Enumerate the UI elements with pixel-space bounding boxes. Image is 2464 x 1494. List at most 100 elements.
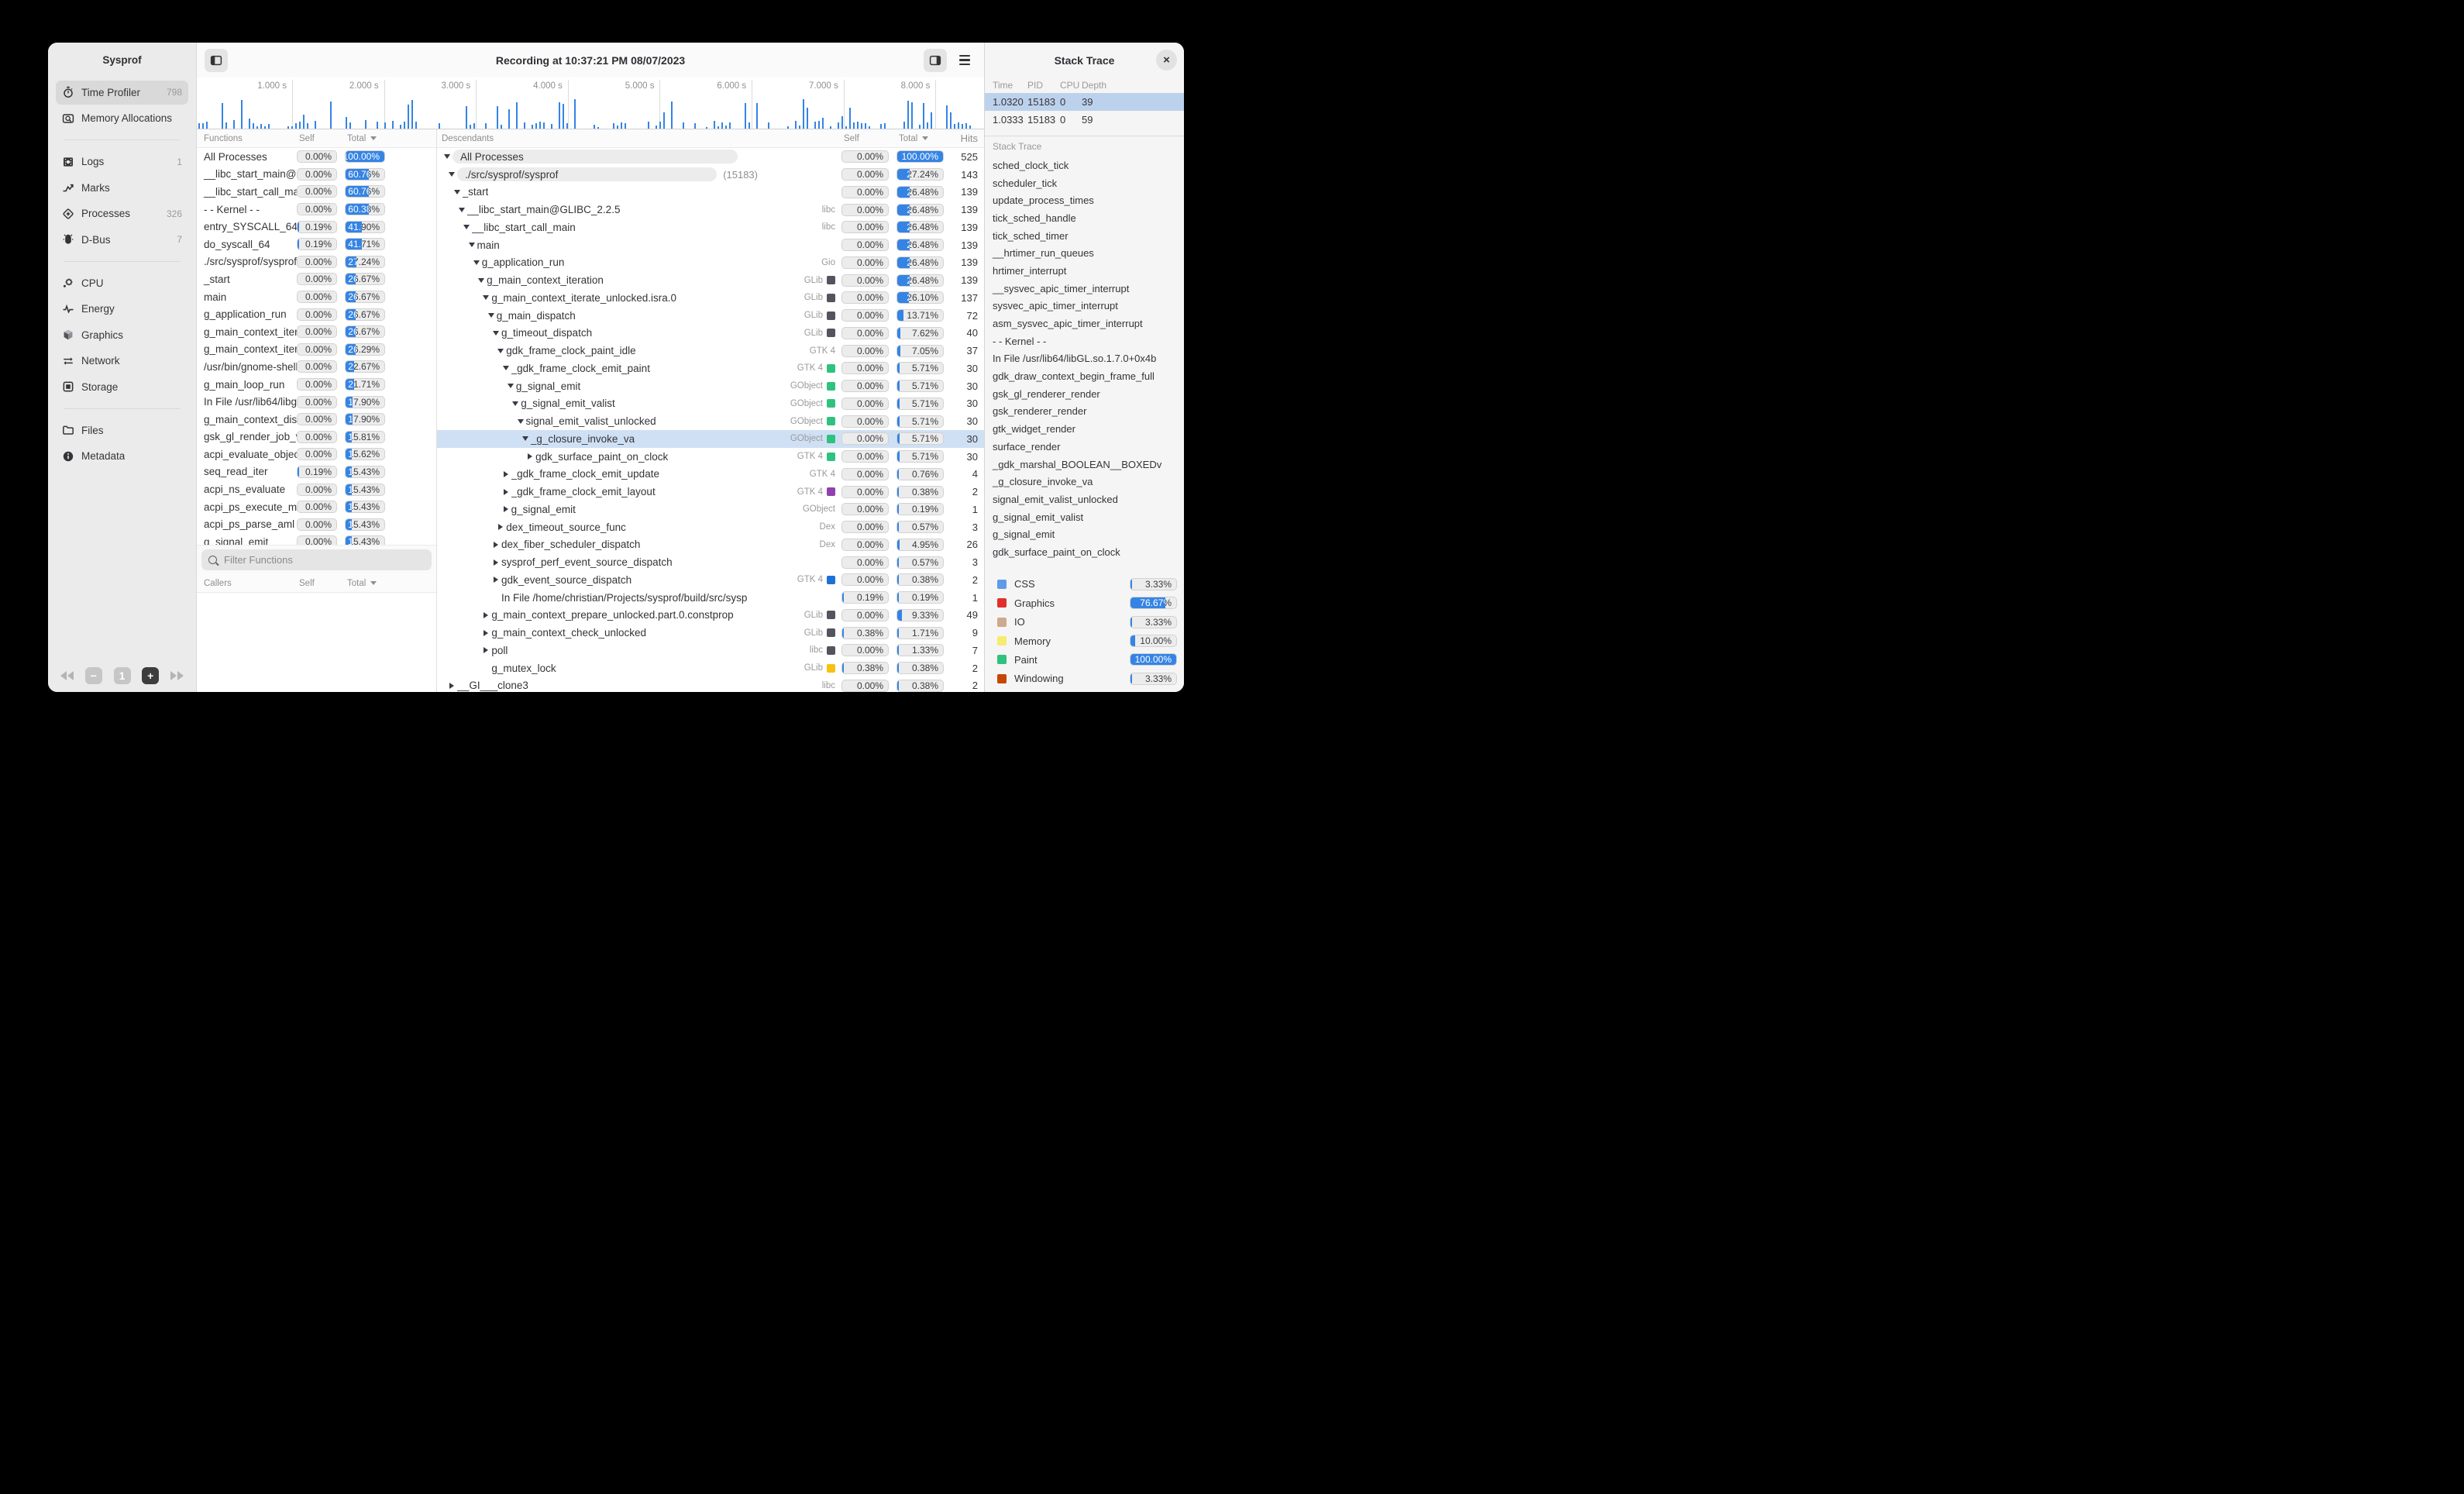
function-row[interactable]: acpi_ps_execute_met0.00%15.43%15.43% <box>197 498 436 516</box>
sidebar-item-logs[interactable]: Logs1 <box>56 150 188 174</box>
sidebar-item-memory-allocations[interactable]: Memory Allocations <box>56 106 188 130</box>
sidebar-item-cpu[interactable]: CPU <box>56 271 188 295</box>
collapse-icon[interactable] <box>466 243 477 247</box>
column-desc-self[interactable]: Self <box>841 134 889 143</box>
stack-frame[interactable]: signal_emit_valist_unlocked <box>985 491 1184 508</box>
expand-icon[interactable] <box>490 577 501 583</box>
tree-row[interactable]: g_mutex_lockGLib0.38%0.38%0.38%0.38%2 <box>437 659 984 677</box>
stack-frame[interactable]: gsk_renderer_render <box>985 403 1184 421</box>
tree-row[interactable]: signal_emit_valist_unlockedGObject0.00%5… <box>437 412 984 430</box>
tree-row[interactable]: g_main_context_iterate_unlocked.isra.0GL… <box>437 289 984 307</box>
tree-row[interactable]: gdk_event_source_dispatchGTK 40.00%0.38%… <box>437 571 984 589</box>
function-row[interactable]: __libc_start_main@G0.00%60.76%60.76% <box>197 166 436 184</box>
tree-row[interactable]: ./src/sysprof/sysprof(15183)0.00%27.24%2… <box>437 166 984 184</box>
menu-button[interactable] <box>953 49 976 72</box>
collapse-icon[interactable] <box>510 401 521 406</box>
stack-frame[interactable]: __sysvec_apic_timer_interrupt <box>985 280 1184 298</box>
stack-frame[interactable]: _gdk_marshal_BOOLEAN__BOXEDv <box>985 456 1184 473</box>
tree-row[interactable]: g_main_context_prepare_unlocked.part.0.c… <box>437 607 984 625</box>
tree-row[interactable]: _g_closure_invoke_vaGObject0.00%5.71%5.7… <box>437 430 984 448</box>
tree-row[interactable]: __libc_start_call_mainlibc0.00%26.48%26.… <box>437 219 984 236</box>
timeline-ruler[interactable]: 1.000 s2.000 s3.000 s4.000 s5.000 s6.000… <box>197 77 984 97</box>
tree-row[interactable]: g_signal_emitGObject0.00%5.71%5.71%30 <box>437 377 984 395</box>
function-row[interactable]: _start0.00%26.67%26.67% <box>197 270 436 288</box>
function-row[interactable]: do_syscall_640.19%0.19%41.71%41.71% <box>197 236 436 253</box>
tree-row[interactable]: g_main_context_iterationGLib0.00%26.48%2… <box>437 271 984 289</box>
function-row[interactable]: g_main_context_itera0.00%26.29%26.29% <box>197 341 436 359</box>
stack-frame[interactable]: gsk_gl_renderer_render <box>985 385 1184 403</box>
expand-icon[interactable] <box>495 524 506 530</box>
functions-column-header[interactable]: Functions Self Total <box>197 129 436 148</box>
function-row[interactable]: g_main_context_itera0.00%26.67%26.67% <box>197 323 436 341</box>
function-row[interactable]: main0.00%26.67%26.67% <box>197 288 436 306</box>
sidebar-item-files[interactable]: Files <box>56 418 188 442</box>
column-total[interactable]: Total <box>345 134 385 143</box>
collapse-icon[interactable] <box>480 295 491 300</box>
sidebar-item-d-bus[interactable]: D-Bus7 <box>56 228 188 252</box>
column-self[interactable]: Self <box>297 134 337 143</box>
stack-frame[interactable]: In File /usr/lib64/libGL.so.1.7.0+0x4b <box>985 350 1184 368</box>
column-callers-self[interactable]: Self <box>297 579 337 588</box>
tree-row[interactable]: gdk_frame_clock_paint_idleGTK 40.00%7.05… <box>437 342 984 360</box>
collapse-icon[interactable] <box>446 172 457 177</box>
function-row[interactable]: acpi_evaluate_object0.00%15.62%15.62% <box>197 446 436 463</box>
expand-icon[interactable] <box>525 453 535 460</box>
tree-row[interactable]: g_signal_emit_valistGObject0.00%5.71%5.7… <box>437 395 984 413</box>
filter-functions-input[interactable] <box>222 553 425 566</box>
collapse-icon[interactable] <box>505 384 516 388</box>
column-callers[interactable]: Callers <box>197 579 297 588</box>
expand-icon[interactable] <box>446 683 457 689</box>
stack-frame[interactable]: asm_sysvec_apic_timer_interrupt <box>985 315 1184 332</box>
stack-frame[interactable]: gdk_draw_context_begin_frame_full <box>985 367 1184 385</box>
tree-row[interactable]: gdk_surface_paint_on_clockGTK 40.00%5.71… <box>437 448 984 466</box>
function-row[interactable]: /usr/bin/gnome-shell0.00%22.67%22.67% <box>197 358 436 376</box>
stack-frame[interactable]: hrtimer_interrupt <box>985 262 1184 280</box>
sidebar-item-network[interactable]: Network <box>56 349 188 373</box>
tree-row[interactable]: _gdk_frame_clock_emit_paintGTK 40.00%5.7… <box>437 360 984 377</box>
collapse-icon[interactable] <box>456 208 467 212</box>
column-functions[interactable]: Functions <box>197 134 297 143</box>
stack-frame[interactable]: _g_closure_invoke_va <box>985 473 1184 491</box>
stack-frame[interactable]: sched_clock_tick <box>985 157 1184 174</box>
sidebar-item-energy[interactable]: Energy <box>56 297 188 321</box>
tree-row[interactable]: g_timeout_dispatchGLib0.00%7.62%7.62%40 <box>437 325 984 343</box>
function-row[interactable]: All Processes0.00%100.00%100.00% <box>197 148 436 166</box>
tree-row[interactable]: main0.00%26.48%26.48%139 <box>437 236 984 254</box>
zoom-out-button[interactable]: − <box>85 667 102 684</box>
tree-row[interactable]: dex_timeout_source_funcDex0.00%0.57%0.57… <box>437 518 984 536</box>
stack-frame[interactable]: gdk_surface_paint_on_clock <box>985 543 1184 561</box>
function-row[interactable]: acpi_ns_evaluate0.00%15.43%15.43% <box>197 480 436 498</box>
tree-row[interactable]: All Processes0.00%100.00%100.00%525 <box>437 148 984 166</box>
tree-row[interactable]: g_application_runGio0.00%26.48%26.48%139 <box>437 254 984 272</box>
stack-frame[interactable]: tick_sched_timer <box>985 227 1184 245</box>
sidebar-item-storage[interactable]: Storage <box>56 375 188 399</box>
function-row[interactable]: g_main_loop_run0.00%21.71%21.71% <box>197 376 436 394</box>
function-row[interactable]: g_main_context_disp0.00%17.90%17.90% <box>197 411 436 429</box>
callers-column-header[interactable]: Callers Self Total <box>197 574 436 593</box>
tree-row[interactable]: _gdk_frame_clock_emit_updateGTK 40.00%0.… <box>437 466 984 484</box>
expand-icon[interactable] <box>501 471 511 477</box>
tree-row[interactable]: g_signal_emitGObject0.00%0.19%0.19%1 <box>437 501 984 518</box>
timeline-activity-chart[interactable] <box>197 97 984 129</box>
collapse-icon[interactable] <box>515 419 526 424</box>
collapse-icon[interactable] <box>442 154 453 159</box>
expand-icon[interactable] <box>501 489 511 495</box>
function-row[interactable]: __libc_start_call_mai0.00%60.76%60.76% <box>197 183 436 201</box>
expand-icon[interactable] <box>480 612 491 618</box>
close-icon[interactable]: × <box>1156 50 1177 71</box>
tree-row[interactable]: g_main_dispatchGLib0.00%13.71%13.71%72 <box>437 307 984 325</box>
expand-icon[interactable] <box>490 542 501 548</box>
stack-frame[interactable]: - - Kernel - - <box>985 332 1184 350</box>
stack-frame[interactable]: surface_render <box>985 438 1184 456</box>
right-panel-toggle-button[interactable] <box>924 49 947 72</box>
tree-row[interactable]: sysprof_perf_event_source_dispatch0.00%0… <box>437 553 984 571</box>
descendants-column-header[interactable]: Descendants Self Total Hits <box>437 129 984 148</box>
function-row[interactable]: In File /usr/lib64/libgl0.00%17.90%17.90… <box>197 393 436 411</box>
function-row[interactable]: entry_SYSCALL_64_a0.19%0.19%41.90%41.90% <box>197 218 436 236</box>
column-callers-total[interactable]: Total <box>345 579 385 588</box>
sidebar-item-processes[interactable]: Processes326 <box>56 201 188 225</box>
sidebar-item-graphics[interactable]: Graphics <box>56 323 188 347</box>
column-hits[interactable]: Hits <box>944 133 984 144</box>
stack-frame[interactable]: gtk_widget_render <box>985 420 1184 438</box>
rewind-icon[interactable] <box>60 671 74 680</box>
